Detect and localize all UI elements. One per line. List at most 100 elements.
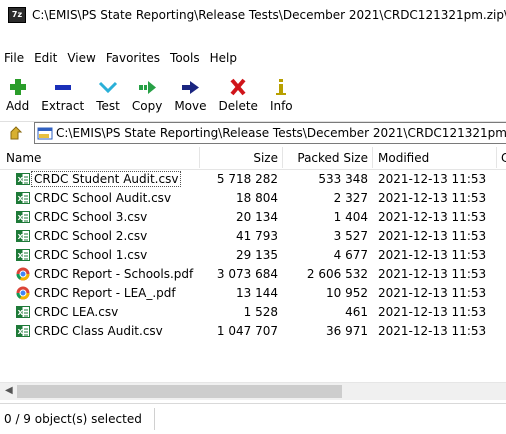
file-row[interactable]: X CRDC School 1.csv 29 135 4 677 2021-12-13 … — [0, 246, 506, 265]
7zip-app-icon[interactable]: 7z — [8, 7, 26, 23]
status-divider — [154, 408, 155, 430]
header-packed-size[interactable]: Packed Size — [297, 151, 368, 165]
file-row[interactable]: X CRDC LEA.csv 1 528 461 2021-12-13 11:53 — [0, 303, 506, 322]
svg-text:X: X — [18, 309, 24, 317]
file-row[interactable]: X CRDC School 2.csv 41 793 3 527 2021-12-13 … — [0, 227, 506, 246]
file-size: 1 528 — [243, 305, 278, 319]
file-name: CRDC LEA.csv — [34, 305, 119, 319]
menu-help[interactable]: Help — [205, 51, 242, 65]
column-divider[interactable] — [199, 147, 200, 168]
file-name: CRDC School Audit.csv — [34, 191, 172, 205]
scroll-left-icon[interactable]: ◀ — [5, 385, 13, 396]
header-extra[interactable]: C — [501, 151, 506, 165]
file-modified: 2021-12-13 11:53 — [378, 267, 487, 281]
file-packed-size: 2 327 — [333, 191, 368, 205]
column-divider[interactable] — [282, 147, 283, 168]
file-modified: 2021-12-13 11:53 — [378, 305, 487, 319]
menu-tools[interactable]: Tools — [165, 51, 205, 65]
copy-arrow-icon — [139, 81, 157, 94]
info-label: Info — [269, 99, 293, 113]
file-name: CRDC Report - Schools.pdf — [34, 267, 194, 281]
copy-button[interactable]: Copy — [126, 76, 168, 116]
column-divider[interactable] — [496, 147, 497, 168]
extract-button[interactable]: Extract — [35, 76, 90, 116]
horizontal-scrollbar[interactable]: ◀ — [0, 382, 506, 400]
file-name: CRDC School 3.csv — [34, 210, 148, 224]
file-size: 1 047 707 — [216, 324, 278, 338]
file-rows: X CRDC Student Audit.csv 5 718 282 533 348 2… — [0, 170, 506, 341]
add-label: Add — [6, 99, 30, 113]
file-size: 5 718 282 — [216, 172, 278, 186]
menu-favorites[interactable]: Favorites — [101, 51, 165, 65]
file-row[interactable]: X CRDC Student Audit.csv 5 718 282 533 348 2… — [0, 170, 506, 189]
add-button[interactable]: Add — [0, 76, 35, 116]
csv-file-icon: X — [16, 172, 30, 186]
file-size: 29 135 — [236, 248, 278, 262]
csv-file-icon: X — [16, 324, 30, 338]
menu-file[interactable]: File — [0, 51, 29, 65]
column-divider[interactable] — [372, 147, 373, 168]
svg-text:X: X — [18, 233, 24, 241]
file-name: CRDC School 1.csv — [34, 248, 148, 262]
file-row[interactable]: X CRDC Class Audit.csv 1 047 707 36 971 2021… — [0, 322, 506, 341]
up-folder-icon[interactable] — [10, 126, 24, 140]
file-name: CRDC School 2.csv — [34, 229, 148, 243]
file-modified: 2021-12-13 11:53 — [378, 248, 487, 262]
delete-label: Delete — [218, 99, 258, 113]
svg-text:X: X — [18, 176, 24, 184]
file-row[interactable]: CRDC Report - LEA_.pdf 13 144 10 952 2021-1… — [0, 284, 506, 303]
header-modified[interactable]: Modified — [378, 151, 429, 165]
extract-label: Extract — [41, 99, 85, 113]
test-button[interactable]: Test — [90, 76, 126, 116]
menu-view[interactable]: View — [62, 51, 100, 65]
file-modified: 2021-12-13 11:53 — [378, 286, 487, 300]
header-name[interactable]: Name — [6, 151, 41, 165]
path-input[interactable]: C:\EMIS\PS State Reporting\Release Tests… — [34, 122, 506, 144]
csv-file-icon: X — [16, 191, 30, 205]
window-title: C:\EMIS\PS State Reporting\Release Tests… — [32, 8, 506, 22]
file-packed-size: 36 971 — [326, 324, 368, 338]
file-size: 20 134 — [236, 210, 278, 224]
minus-icon — [54, 85, 71, 90]
file-modified: 2021-12-13 11:53 — [378, 210, 487, 224]
info-button[interactable]: Info — [264, 76, 299, 116]
column-header-row: Name Size Packed Size Modified C — [0, 147, 506, 170]
title-bar: 7z C:\EMIS\PS State Reporting\Release Te… — [0, 0, 506, 30]
menu-edit[interactable]: Edit — [29, 51, 62, 65]
move-label: Move — [174, 99, 207, 113]
path-text: C:\EMIS\PS State Reporting\Release Tests… — [56, 126, 506, 140]
delete-x-icon — [230, 78, 246, 96]
svg-text:X: X — [18, 214, 24, 222]
info-icon — [276, 79, 287, 95]
header-size[interactable]: Size — [253, 151, 278, 165]
file-row[interactable]: X CRDC School Audit.csv 18 804 2 327 2021-12… — [0, 189, 506, 208]
pdf-file-icon — [16, 286, 30, 300]
copy-label: Copy — [131, 99, 163, 113]
csv-file-icon: X — [16, 248, 30, 262]
pdf-file-icon — [16, 267, 30, 281]
delete-button[interactable]: Delete — [213, 76, 264, 116]
file-size: 3 073 684 — [216, 267, 278, 281]
menu-bar: File Edit View Favorites Tools Help — [0, 48, 506, 68]
file-packed-size: 10 952 — [326, 286, 368, 300]
svg-text:X: X — [18, 328, 24, 336]
file-packed-size: 461 — [345, 305, 368, 319]
test-label: Test — [96, 99, 120, 113]
file-row[interactable]: X CRDC School 3.csv 20 134 1 404 2021-12-13 … — [0, 208, 506, 227]
file-size: 41 793 — [236, 229, 278, 243]
move-arrow-icon — [182, 81, 200, 94]
selection-status: 0 / 9 object(s) selected — [4, 412, 142, 426]
move-button[interactable]: Move — [168, 76, 212, 116]
file-packed-size: 2 606 532 — [306, 267, 368, 281]
file-packed-size: 4 677 — [333, 248, 368, 262]
archive-folder-icon — [37, 127, 53, 140]
file-row[interactable]: CRDC Report - Schools.pdf 3 073 684 2 606 … — [0, 265, 506, 284]
file-modified: 2021-12-13 11:53 — [378, 191, 487, 205]
file-packed-size: 533 348 — [318, 172, 368, 186]
file-name: CRDC Report - LEA_.pdf — [34, 286, 176, 300]
file-list[interactable]: Name Size Packed Size Modified C X CRDC S… — [0, 147, 506, 379]
file-name: CRDC Student Audit.csv — [30, 171, 182, 187]
checkmark-icon — [98, 81, 118, 94]
scroll-thumb[interactable] — [17, 385, 342, 398]
file-modified: 2021-12-13 11:53 — [378, 324, 487, 338]
